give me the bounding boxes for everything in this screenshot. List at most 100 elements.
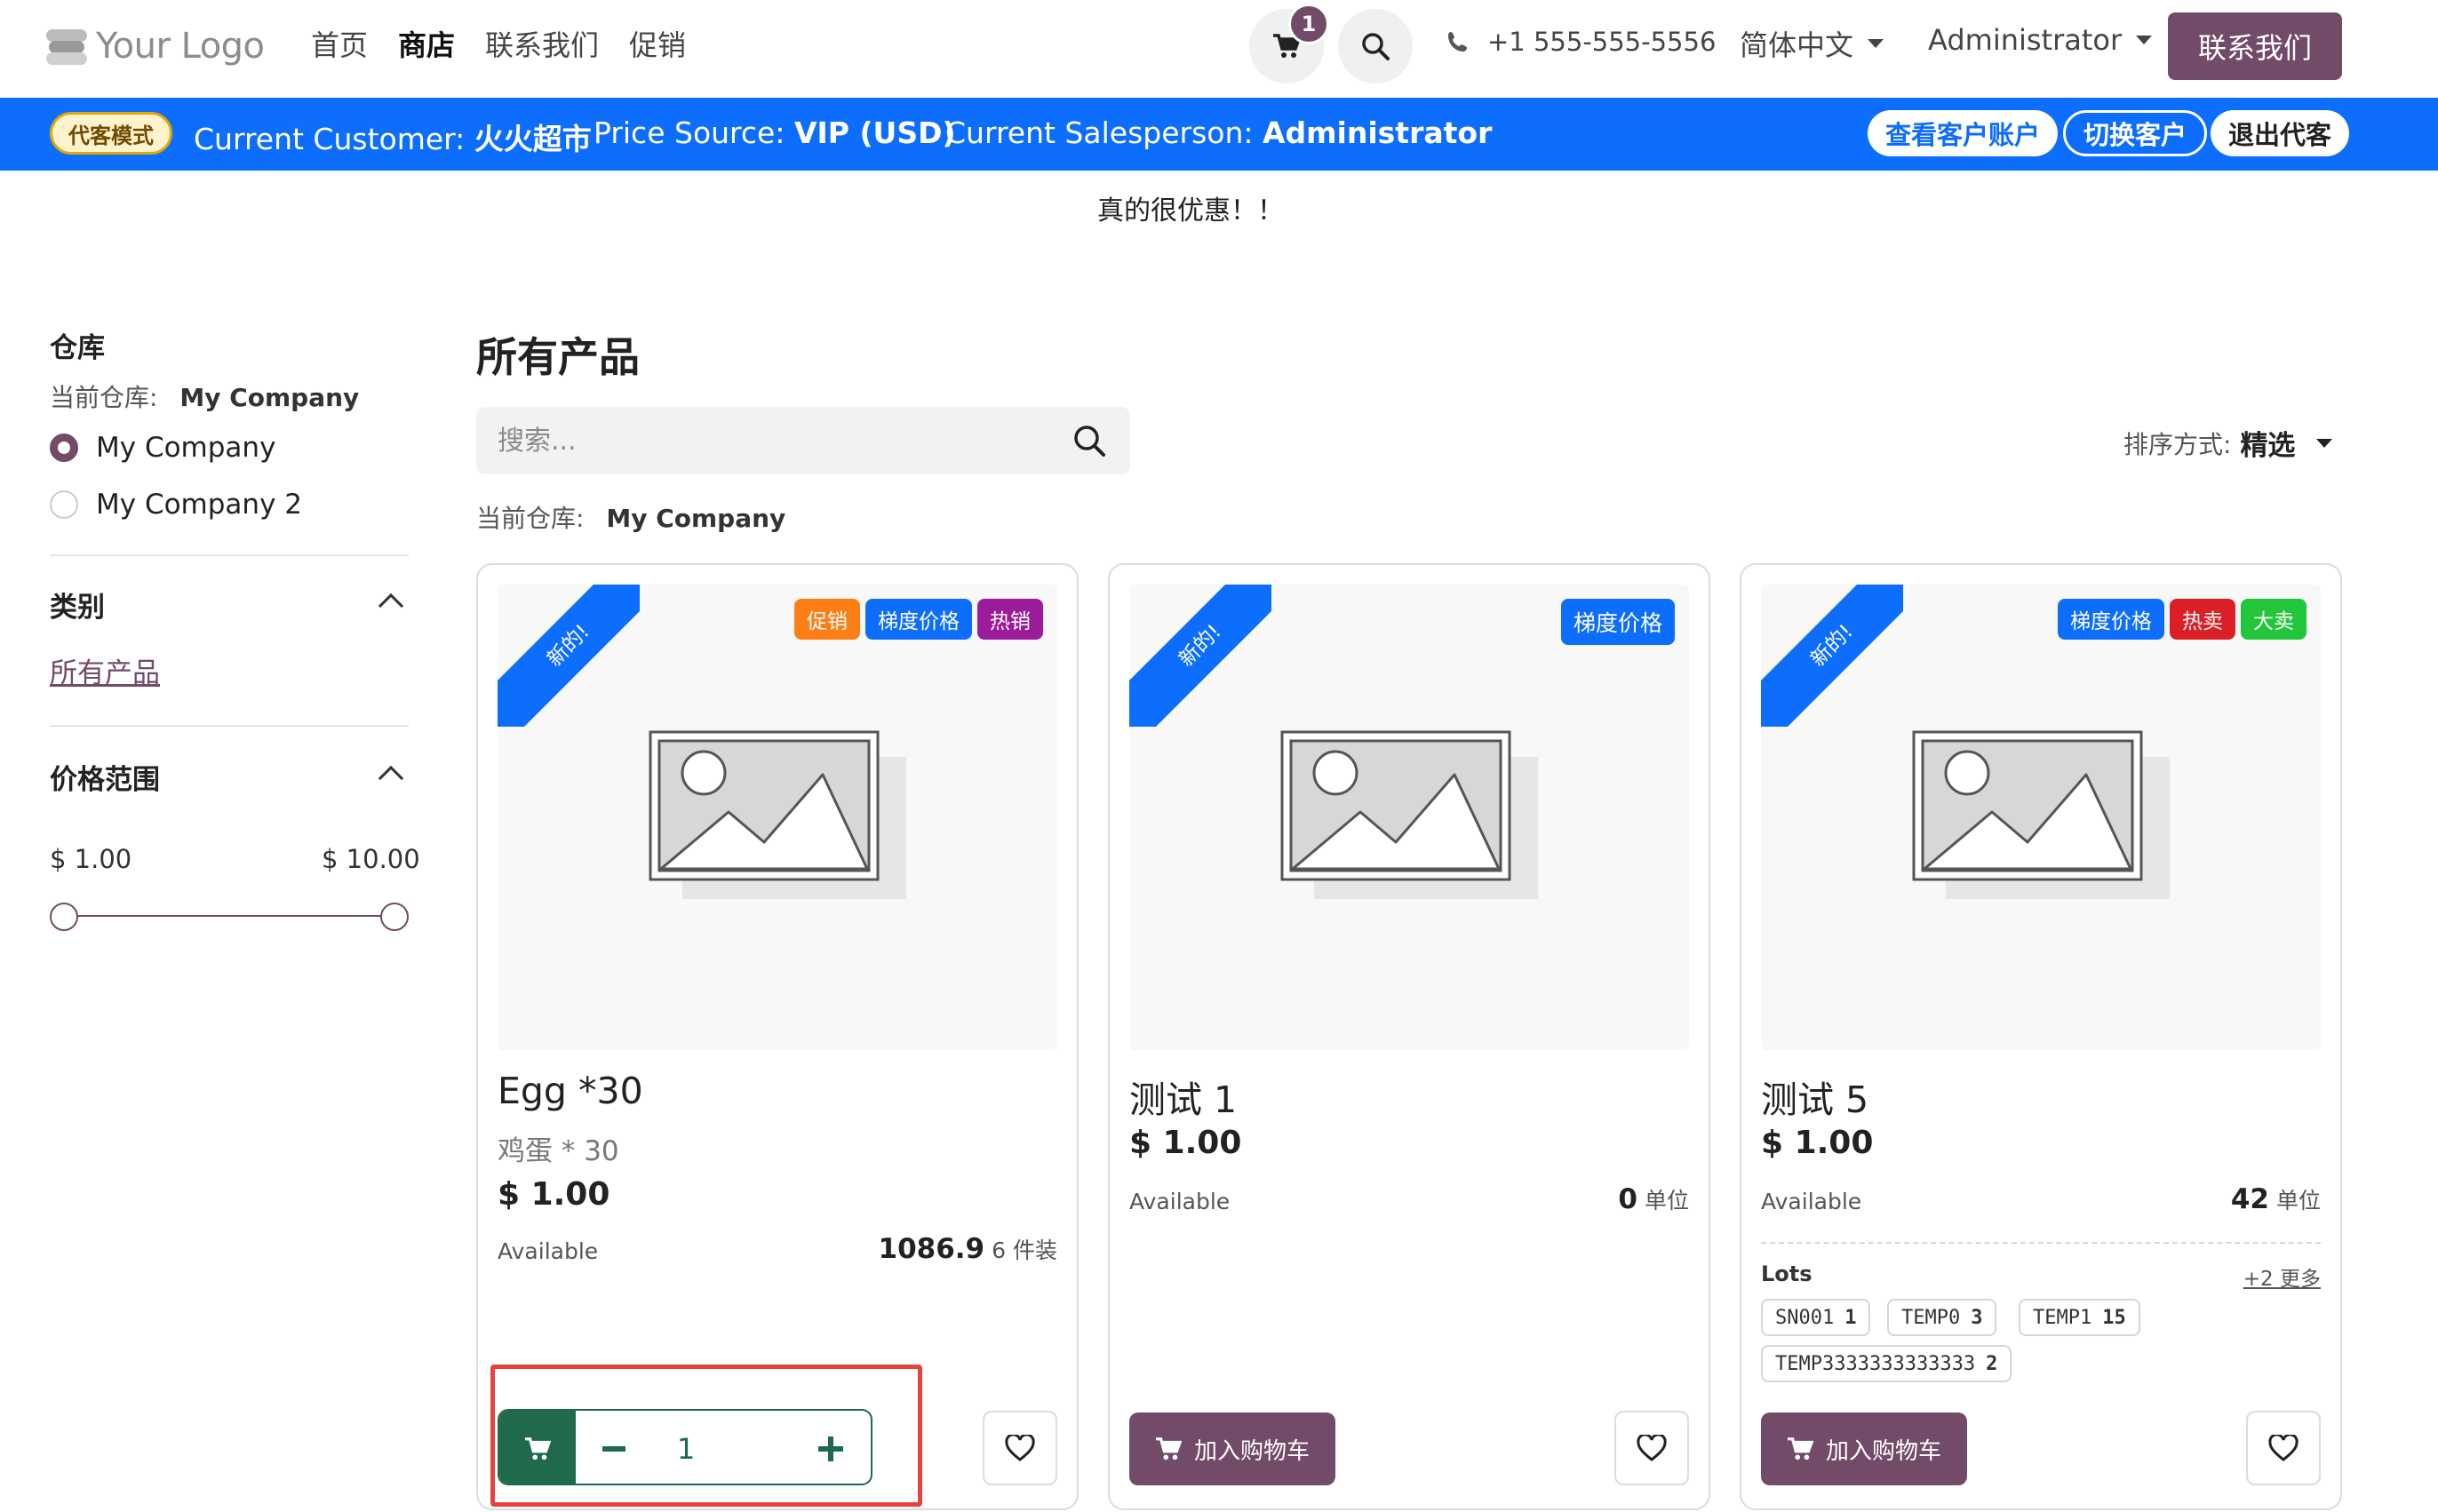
product-badges: 梯度价格	[1560, 599, 1675, 645]
sidebar-divider	[50, 725, 409, 727]
product-image[interactable]: 新的! 促销 梯度价格 热销	[498, 585, 1057, 1050]
product-price: $ 1.00	[1129, 1125, 1242, 1161]
product-search	[476, 407, 1130, 474]
available-quantity: 42 单位	[2230, 1183, 2321, 1215]
product-card[interactable]: 新的! 梯度价格 热卖 大卖 测试 5 $ 1.00 Available 42 单…	[1740, 563, 2342, 1510]
page-title: 所有产品	[476, 333, 640, 381]
product-card[interactable]: 新的! 梯度价格 测试 1 $ 1.00 Available 0 单位 加入购物…	[1108, 563, 1710, 1510]
cart-icon	[525, 1437, 551, 1460]
lot-chip: SN001 1	[1761, 1299, 1871, 1336]
category-title: 类别	[50, 592, 105, 624]
lots-more-link[interactable]: +2 更多	[2243, 1261, 2321, 1292]
product-subtitle: 鸡蛋 * 30	[498, 1135, 619, 1167]
logo-icon	[46, 26, 87, 67]
main-nav: 首页 商店 联系我们 促销	[311, 23, 686, 64]
cart-icon	[1155, 1437, 1182, 1460]
price-min-label: $ 1.00	[50, 844, 132, 874]
badge-tier-price: 梯度价格	[865, 599, 972, 640]
proxy-mode-badge: 代客模式	[50, 112, 172, 155]
plus-icon	[818, 1436, 843, 1461]
product-name[interactable]: 测试 5	[1761, 1070, 1868, 1123]
quantity-stepper	[498, 1409, 872, 1485]
chevron-down-icon	[1868, 39, 1884, 48]
language-label: 简体中文	[1740, 28, 1854, 62]
add-to-wishlist-button[interactable]	[983, 1411, 1057, 1485]
product-price: $ 1.00	[1761, 1125, 1874, 1161]
warehouse-option-my-company[interactable]: My Company	[50, 432, 275, 464]
product-image[interactable]: 新的! 梯度价格 热卖 大卖	[1761, 585, 2321, 1050]
search-input[interactable]	[498, 407, 1031, 474]
price-slider-min-handle[interactable]	[50, 903, 78, 931]
phone-icon	[1448, 32, 1467, 52]
price-range-title: 价格范围	[50, 764, 160, 796]
image-placeholder-icon	[649, 730, 906, 899]
cart-icon	[1787, 1437, 1813, 1460]
main-current-warehouse: 当前仓库: My Company	[476, 504, 786, 533]
language-selector[interactable]: 简体中文	[1740, 23, 1884, 64]
radio-unselected[interactable]	[50, 490, 78, 519]
nav-shop[interactable]: 商店	[398, 23, 455, 64]
cart-count-badge: 1	[1288, 4, 1329, 44]
product-price: $ 1.00	[498, 1176, 610, 1213]
lot-chip: TEMP3333333333333 2	[1761, 1345, 2012, 1382]
badge-hot-sale: 热销	[977, 599, 1043, 640]
phone-link[interactable]: +1 555-555-5556	[1446, 27, 1716, 57]
nav-promotions[interactable]: 促销	[629, 23, 686, 64]
chevron-down-icon	[2316, 438, 2333, 448]
switch-customer-button[interactable]: 切换客户	[2063, 110, 2208, 156]
add-to-cart-button[interactable]: 加入购物车	[1761, 1413, 1967, 1485]
sort-dropdown[interactable]: 排序方式: 精选	[2123, 423, 2333, 463]
sidebar-divider	[50, 554, 409, 556]
add-to-cart-button[interactable]: 加入购物车	[1129, 1413, 1335, 1485]
current-salesperson: Current Salesperson: Administrator	[945, 115, 1493, 150]
add-to-wishlist-button[interactable]	[1614, 1411, 1689, 1485]
top-header: Your Logo 首页 商店 联系我们 促销 1 +1 555-555-555…	[0, 0, 2438, 98]
user-name: Administrator	[1928, 23, 2123, 57]
search-icon[interactable]	[1072, 423, 1107, 458]
product-name[interactable]: 测试 1	[1129, 1070, 1237, 1123]
contact-us-button[interactable]: 联系我们	[2168, 12, 2342, 80]
product-name[interactable]: Egg *30	[498, 1070, 643, 1112]
category-all-products-link[interactable]: 所有产品	[50, 650, 160, 690]
price-source: Price Source: VIP (USD)	[594, 115, 956, 150]
image-placeholder-icon	[1912, 730, 2170, 899]
logo[interactable]: Your Logo	[46, 20, 265, 73]
badge-tier-price: 梯度价格	[1560, 599, 1675, 645]
nav-home[interactable]: 首页	[311, 23, 368, 64]
lot-chip: TEMP1 15	[2019, 1299, 2140, 1336]
chevron-up-icon[interactable]	[378, 593, 404, 619]
image-placeholder-icon	[1280, 730, 1538, 899]
view-customer-account-button[interactable]: 查看客户账户	[1868, 110, 2059, 156]
chevron-up-icon[interactable]	[378, 765, 404, 792]
price-slider-track[interactable]	[64, 915, 394, 917]
search-toggle-button[interactable]	[1338, 9, 1413, 84]
page: Your Logo 首页 商店 联系我们 促销 1 +1 555-555-555…	[0, 0, 2438, 1512]
badge-hot: 热卖	[2170, 599, 2235, 640]
exit-proxy-button[interactable]: 退出代客	[2211, 110, 2350, 156]
new-ribbon: 新的!	[1129, 585, 1271, 727]
search-icon	[1362, 33, 1390, 60]
available-quantity: 0 单位	[1618, 1183, 1689, 1215]
quantity-increase-button[interactable]	[793, 1411, 869, 1484]
lot-chip: TEMP0 3	[1887, 1299, 1997, 1336]
current-customer: Current Customer: 火火超市	[194, 122, 592, 156]
available-quantity: 1086.9 6 件装	[878, 1233, 1058, 1265]
price-max-label: $ 10.00	[322, 844, 420, 874]
heart-icon	[2268, 1435, 2299, 1461]
lots-title: Lots	[1761, 1261, 1813, 1286]
warehouse-option-my-company-2[interactable]: My Company 2	[50, 489, 302, 521]
price-slider-max-handle[interactable]	[380, 903, 409, 931]
user-menu[interactable]: Administrator	[1928, 23, 2153, 57]
quantity-input[interactable]	[606, 1411, 766, 1484]
availability-label: Available	[1761, 1189, 1862, 1214]
product-image[interactable]: 新的! 梯度价格	[1129, 585, 1689, 1050]
add-to-cart-button[interactable]	[499, 1411, 576, 1484]
logo-text: Your Logo	[96, 26, 265, 67]
product-badges: 促销 梯度价格 热销	[794, 599, 1043, 640]
promo-banner-text: 真的很优惠！！	[1097, 195, 1284, 227]
product-card[interactable]: 新的! 促销 梯度价格 热销 Egg *30 鸡蛋 * 30 $ 1.00 Av…	[476, 563, 1079, 1510]
nav-contact[interactable]: 联系我们	[485, 23, 599, 64]
radio-selected[interactable]	[50, 434, 78, 462]
add-to-wishlist-button[interactable]	[2246, 1411, 2321, 1485]
badge-promotion: 促销	[794, 599, 860, 640]
